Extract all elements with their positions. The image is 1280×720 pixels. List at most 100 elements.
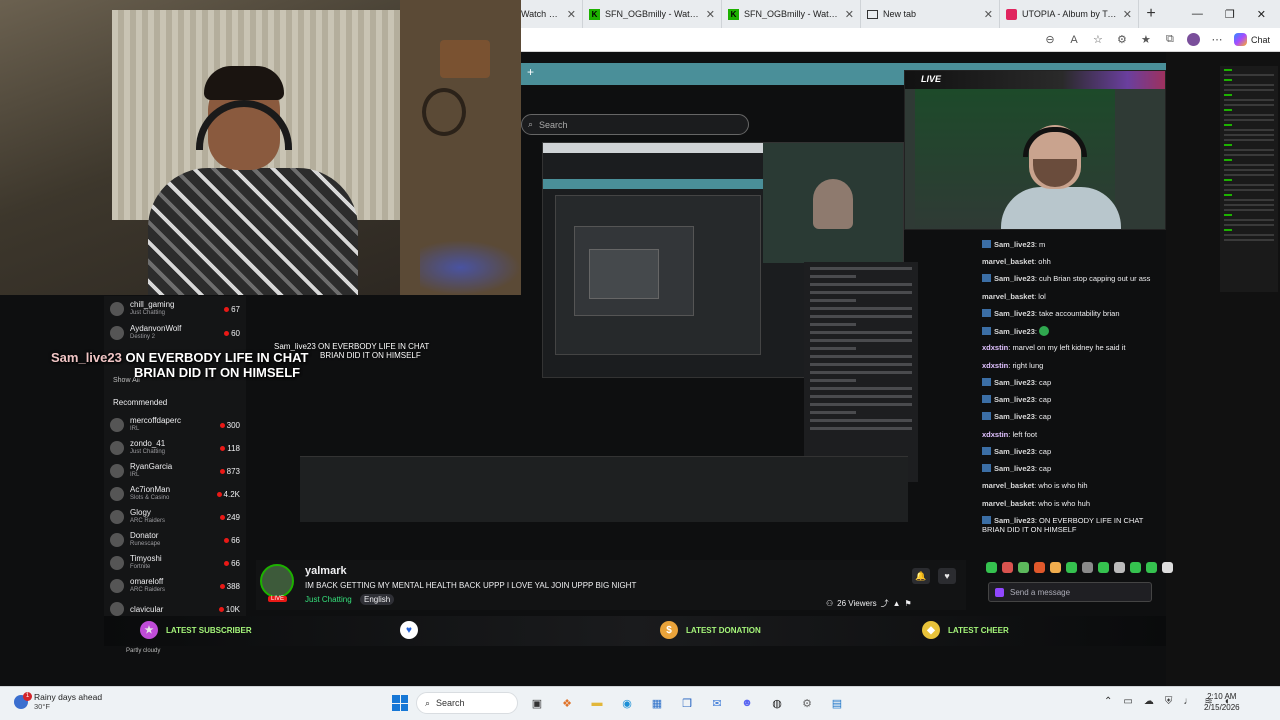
- close-tab-icon[interactable]: ✕: [567, 8, 576, 21]
- shield-icon[interactable]: ⛨: [1165, 696, 1173, 707]
- emote-icon[interactable]: [1114, 562, 1125, 573]
- browser-tab[interactable]: UTOPIA - Album by Travis Sc ✕: [1000, 0, 1139, 28]
- channel-item[interactable]: AydanvonWolf Destiny 2 60: [110, 322, 240, 344]
- chat-username[interactable]: marvel_basket: [982, 481, 1034, 490]
- emote-icon[interactable]: [1018, 562, 1029, 573]
- channel-item[interactable]: RyanGarcia IRL 873: [110, 460, 240, 482]
- follow-heart-button[interactable]: ♥: [938, 568, 956, 584]
- chrome-icon[interactable]: ◍: [766, 692, 788, 714]
- channel-item[interactable]: omareloff ARC Raiders 388: [110, 575, 240, 597]
- app-icon[interactable]: ▤: [826, 692, 848, 714]
- streamer-avatar[interactable]: [260, 564, 294, 598]
- edge-icon[interactable]: ◉: [616, 692, 638, 714]
- emote-icon[interactable]: [1002, 562, 1013, 573]
- emote-icon[interactable]: [1146, 562, 1157, 573]
- tray-app-icon[interactable]: ▭: [1123, 696, 1132, 707]
- minimize-icon[interactable]: —: [1192, 8, 1203, 21]
- store-icon[interactable]: ▦: [646, 692, 668, 714]
- stream-category[interactable]: Just Chatting: [305, 595, 352, 604]
- chat-text: cap: [1039, 412, 1052, 421]
- emote-icon[interactable]: [1050, 562, 1061, 573]
- share-icon[interactable]: ⤴: [881, 598, 889, 609]
- channel-item[interactable]: Glogy ARC Raiders 249: [110, 506, 240, 528]
- chat-username[interactable]: Sam_live23: [994, 309, 1035, 318]
- chat-username[interactable]: Sam_live23: [994, 447, 1035, 456]
- chat-username[interactable]: xdxstin: [982, 361, 1008, 370]
- alert-icon[interactable]: ▲: [893, 599, 901, 608]
- channel-item[interactable]: chill_gaming Just Chatting 67: [110, 298, 240, 320]
- chat-username[interactable]: Sam_live23: [994, 240, 1035, 249]
- chat-username[interactable]: marvel_basket: [982, 499, 1034, 508]
- notification-bell-button[interactable]: 🔔: [912, 568, 930, 584]
- photos-icon[interactable]: ❖: [556, 692, 578, 714]
- file-explorer-icon[interactable]: ▬: [586, 692, 608, 714]
- close-tab-icon[interactable]: ✕: [845, 8, 854, 21]
- emote-icon[interactable]: [1098, 562, 1109, 573]
- latest-donation-label: LATEST DONATION: [686, 625, 761, 635]
- close-tab-icon[interactable]: ✕: [1123, 8, 1132, 21]
- channel-avatar: [110, 441, 124, 455]
- discord-icon[interactable]: ☻: [736, 692, 758, 714]
- stream-video[interactable]: + ⌕ Search LIVE chill_gaming Just Chatti…: [0, 0, 1280, 686]
- zoom-icon[interactable]: ⊖: [1043, 33, 1057, 46]
- send-message-input[interactable]: Send a message: [988, 582, 1152, 602]
- browser-tab[interactable]: K SFN_OGBmilly - Watch clips ✕: [722, 0, 861, 28]
- emote-icon[interactable]: [1034, 562, 1045, 573]
- collections-icon[interactable]: ⧉: [1163, 33, 1177, 46]
- more-menu-icon[interactable]: ⋯: [1210, 33, 1224, 46]
- settings-icon[interactable]: ⚙: [796, 692, 818, 714]
- copilot-chat-button[interactable]: Chat: [1233, 33, 1270, 46]
- chat-username[interactable]: Sam_live23: [994, 412, 1035, 421]
- chat-username[interactable]: Sam_live23: [994, 395, 1035, 404]
- chat-username[interactable]: Sam_live23: [994, 464, 1035, 473]
- microphone-icon[interactable]: ♩: [1183, 696, 1193, 707]
- favorite-star-icon[interactable]: ☆: [1091, 33, 1105, 46]
- maximize-icon[interactable]: ❐: [1225, 8, 1235, 21]
- streamer-name[interactable]: yalmark: [305, 565, 347, 577]
- close-window-icon[interactable]: ✕: [1257, 8, 1266, 21]
- close-tab-icon[interactable]: ✕: [706, 8, 715, 21]
- close-tab-icon[interactable]: ✕: [984, 8, 993, 21]
- outlook-icon[interactable]: ✉: [706, 692, 728, 714]
- chat-username[interactable]: Sam_live23: [994, 516, 1035, 525]
- chat-username[interactable]: marvel_basket: [982, 292, 1034, 301]
- browser-tab[interactable]: Watch clips ✕: [521, 0, 583, 28]
- channel-item[interactable]: Timyoshi Fortnite 66: [110, 552, 240, 574]
- channel-item[interactable]: Ac7ionMan Slots & Casino 4.2K: [110, 483, 240, 505]
- emote-icon[interactable]: [1066, 562, 1077, 573]
- cloud-icon[interactable]: ☁: [1144, 696, 1154, 707]
- emote-icon[interactable]: [986, 562, 997, 573]
- taskbar-search[interactable]: ⌕ Search: [416, 692, 518, 714]
- windows-start-icon[interactable]: [392, 695, 408, 711]
- chat-username[interactable]: marvel_basket: [982, 257, 1034, 266]
- task-view-icon[interactable]: ▣: [526, 692, 548, 714]
- channel-item[interactable]: Donator Runescape 66: [110, 529, 240, 551]
- viewer-count: 249: [219, 513, 240, 522]
- chat-message: Sam_live23: ON EVERBODY LIFE IN CHAT BRI…: [982, 516, 1162, 534]
- chat-message: marvel_basket: lol: [982, 292, 1162, 301]
- emote-icon[interactable]: [1130, 562, 1141, 573]
- read-aloud-icon[interactable]: A: [1067, 34, 1081, 46]
- chevron-up-icon[interactable]: ⌃: [1104, 696, 1112, 707]
- new-tab-button[interactable]: +: [1139, 5, 1163, 23]
- extensions-icon[interactable]: ⚙: [1115, 33, 1129, 46]
- browser-tab[interactable]: K SFN_OGBmilly - Watch clips ✕: [583, 0, 722, 28]
- favorites-icon[interactable]: ★: [1139, 33, 1153, 46]
- gift-icon[interactable]: ⚑: [905, 599, 912, 608]
- emote-icon[interactable]: [1082, 562, 1093, 573]
- chat-username[interactable]: Sam_live23: [994, 378, 1035, 387]
- channel-item[interactable]: zondo_41 Just Chatting 118: [110, 437, 240, 459]
- tab-title: SFN_OGBmilly - Watch clips: [605, 9, 701, 19]
- taskbar-clock[interactable]: 2:10 AM 2/15/2026: [1204, 691, 1240, 713]
- chat-username[interactable]: xdxstin: [982, 430, 1008, 439]
- weather-widget[interactable]: 1 Rainy days ahead 30°F: [14, 691, 102, 711]
- emote-icon[interactable]: [1162, 562, 1173, 573]
- channel-item[interactable]: mercoffdaperc IRL 300: [110, 414, 240, 436]
- chat-text: who is who hih: [1038, 481, 1088, 490]
- chat-username[interactable]: xdxstin: [982, 343, 1008, 352]
- chat-username[interactable]: Sam_live23: [994, 327, 1035, 336]
- profile-avatar[interactable]: [1186, 33, 1200, 46]
- chat-username[interactable]: Sam_live23: [994, 274, 1035, 283]
- dropbox-icon[interactable]: ❒: [676, 692, 698, 714]
- browser-tab[interactable]: New tab ✕: [861, 0, 1000, 28]
